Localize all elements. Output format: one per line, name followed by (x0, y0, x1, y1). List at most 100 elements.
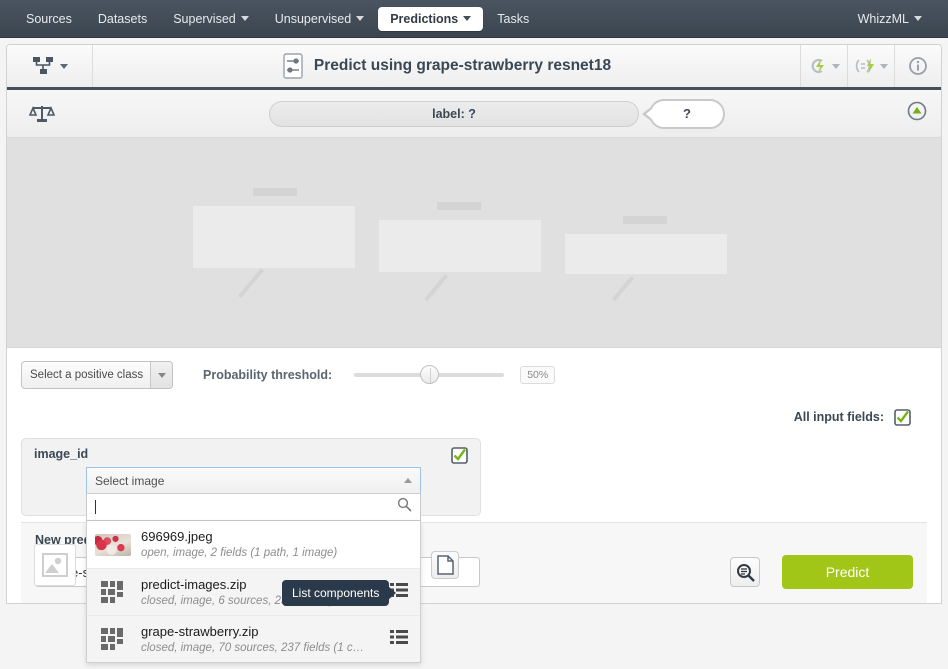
scales-icon-wrap (21, 103, 63, 125)
nav-item-whizzml[interactable]: WhizzML (846, 7, 934, 31)
skeleton-tick (237, 268, 265, 299)
option-text: grape-strawberry.zip closed, image, 70 s… (141, 623, 380, 656)
chart-loading-placeholder (7, 138, 941, 348)
threshold-label: Probability threshold: (203, 368, 333, 382)
skeleton-box (193, 206, 355, 268)
composite-sources-icon (101, 628, 123, 650)
threshold-value: 50% (520, 366, 556, 384)
nav-item-predictions[interactable]: Predictions (378, 6, 484, 31)
info-button[interactable] (894, 45, 941, 87)
nav-label: Supervised (173, 11, 236, 26)
chevron-down-icon (914, 16, 922, 21)
model-type-button[interactable] (7, 45, 93, 87)
prediction-controls: Select a positive class Probability thre… (7, 348, 941, 402)
nav-item-supervised[interactable]: Supervised (161, 7, 261, 31)
nav-label: Tasks (497, 11, 530, 26)
skeleton-tick (424, 274, 449, 302)
option-icon-wrap (95, 581, 131, 603)
nav-label: Predictions (390, 11, 459, 26)
new-source-button[interactable] (431, 551, 459, 579)
search-icon (397, 497, 412, 517)
slider-knob[interactable] (420, 365, 440, 384)
field-checkbox[interactable] (451, 447, 468, 464)
nav-item-tasks[interactable]: Tasks (485, 7, 541, 31)
resource-header: Predict using grape-strawberry resnet18 (7, 45, 941, 90)
skeleton-tick (611, 276, 635, 302)
all-input-fields-label: All input fields: (793, 410, 884, 424)
list-components-button[interactable] (390, 629, 412, 650)
predict-button[interactable]: Predict (782, 555, 913, 589)
nav-label: Unsupervised (274, 11, 352, 26)
combobox-header[interactable]: Select image (86, 467, 421, 494)
option-title: 696969.jpeg (141, 529, 213, 544)
text-cursor (95, 500, 96, 514)
objective-field-pill[interactable]: label: ? (269, 100, 639, 127)
batch-bolt-icon (855, 58, 874, 74)
skeleton-bar-1 (193, 188, 355, 299)
info-circle-icon (909, 57, 927, 75)
inspect-button[interactable] (730, 557, 760, 587)
nav-item-datasets[interactable]: Datasets (86, 7, 159, 31)
green-circle-up-icon (907, 101, 927, 121)
nav-item-sources[interactable]: Sources (14, 7, 84, 31)
skeleton-box (379, 220, 541, 272)
combobox-search-field[interactable] (86, 494, 421, 521)
combobox-header-label: Select image (95, 473, 165, 488)
nav-label: Sources (26, 11, 72, 26)
image-placeholder-icon (42, 553, 68, 577)
nav-item-unsupervised[interactable]: Unsupervised (263, 7, 376, 31)
document-icon (436, 555, 454, 575)
list-icon (390, 629, 408, 644)
nav-right-group: WhizzML (846, 0, 934, 37)
positive-class-label: Select a positive class (30, 369, 144, 381)
nav-label: Datasets (97, 11, 148, 26)
chevron-down-icon (356, 16, 365, 21)
nav-label: WhizzML (857, 11, 909, 26)
objective-field-label: label: ? (432, 106, 476, 121)
nav-items: Sources Datasets Supervised Unsupervised… (14, 0, 541, 37)
option-subtitle: closed, image, 70 sources, 237 fields (1… (141, 641, 365, 654)
all-input-fields-checkbox[interactable] (894, 408, 911, 426)
cloud-bolt-icon (811, 58, 824, 74)
option-text: 696969.jpeg open, image, 2 fields (1 pat… (141, 528, 412, 561)
prediction-value: ? (683, 106, 691, 121)
prediction-bubble[interactable]: ? (649, 98, 725, 129)
field-input-row: Select image 696969.jpeg open, image, 2 … (34, 467, 468, 663)
sliders-icon (283, 53, 303, 79)
chevron-down-icon (880, 63, 888, 69)
list-item[interactable]: grape-strawberry.zip closed, image, 70 s… (87, 615, 420, 662)
chevron-down-icon (240, 16, 249, 21)
select-arrow-box (150, 362, 172, 388)
page-container: Predict using grape-strawberry resnet18 (6, 44, 942, 663)
skeleton-bar-3 (565, 216, 727, 302)
skeleton-cap (623, 216, 667, 224)
option-subtitle: open, image, 2 fields (1 path, 1 image) (141, 547, 338, 559)
cloud-bolt-button[interactable] (800, 45, 847, 87)
tooltip-list-components: List components (282, 580, 390, 606)
option-title: grape-strawberry.zip (141, 623, 259, 639)
field-name: image_id (34, 447, 89, 461)
balance-scales-icon (29, 105, 55, 122)
skeleton-bar-2 (379, 202, 541, 302)
tooltip-text: List components (292, 586, 380, 600)
image-thumbnail (95, 533, 131, 556)
batch-bolt-button[interactable] (847, 45, 894, 87)
image-preview-box (34, 544, 76, 586)
positive-class-select[interactable]: Select a positive class (21, 361, 173, 389)
chevron-down-icon (832, 63, 840, 69)
list-item[interactable]: 696969.jpeg open, image, 2 fields (1 pat… (87, 521, 420, 568)
composite-sources-icon (101, 581, 123, 603)
chevron-down-icon (59, 63, 68, 69)
skeleton-box (565, 234, 727, 274)
select-image-combobox: Select image 696969.jpeg open, image, 2 … (86, 467, 421, 663)
header-actions (800, 45, 941, 87)
chevron-down-icon (463, 16, 472, 21)
objective-bar-right (907, 101, 927, 126)
probability-threshold-slider[interactable] (354, 365, 505, 385)
collapse-toggle-button[interactable] (907, 101, 927, 126)
inspect-magnifier-icon (736, 563, 755, 582)
skeleton-cap (437, 202, 481, 210)
field-checkbox-wrap (451, 447, 468, 469)
all-input-fields-row: All input fields: (7, 402, 941, 432)
